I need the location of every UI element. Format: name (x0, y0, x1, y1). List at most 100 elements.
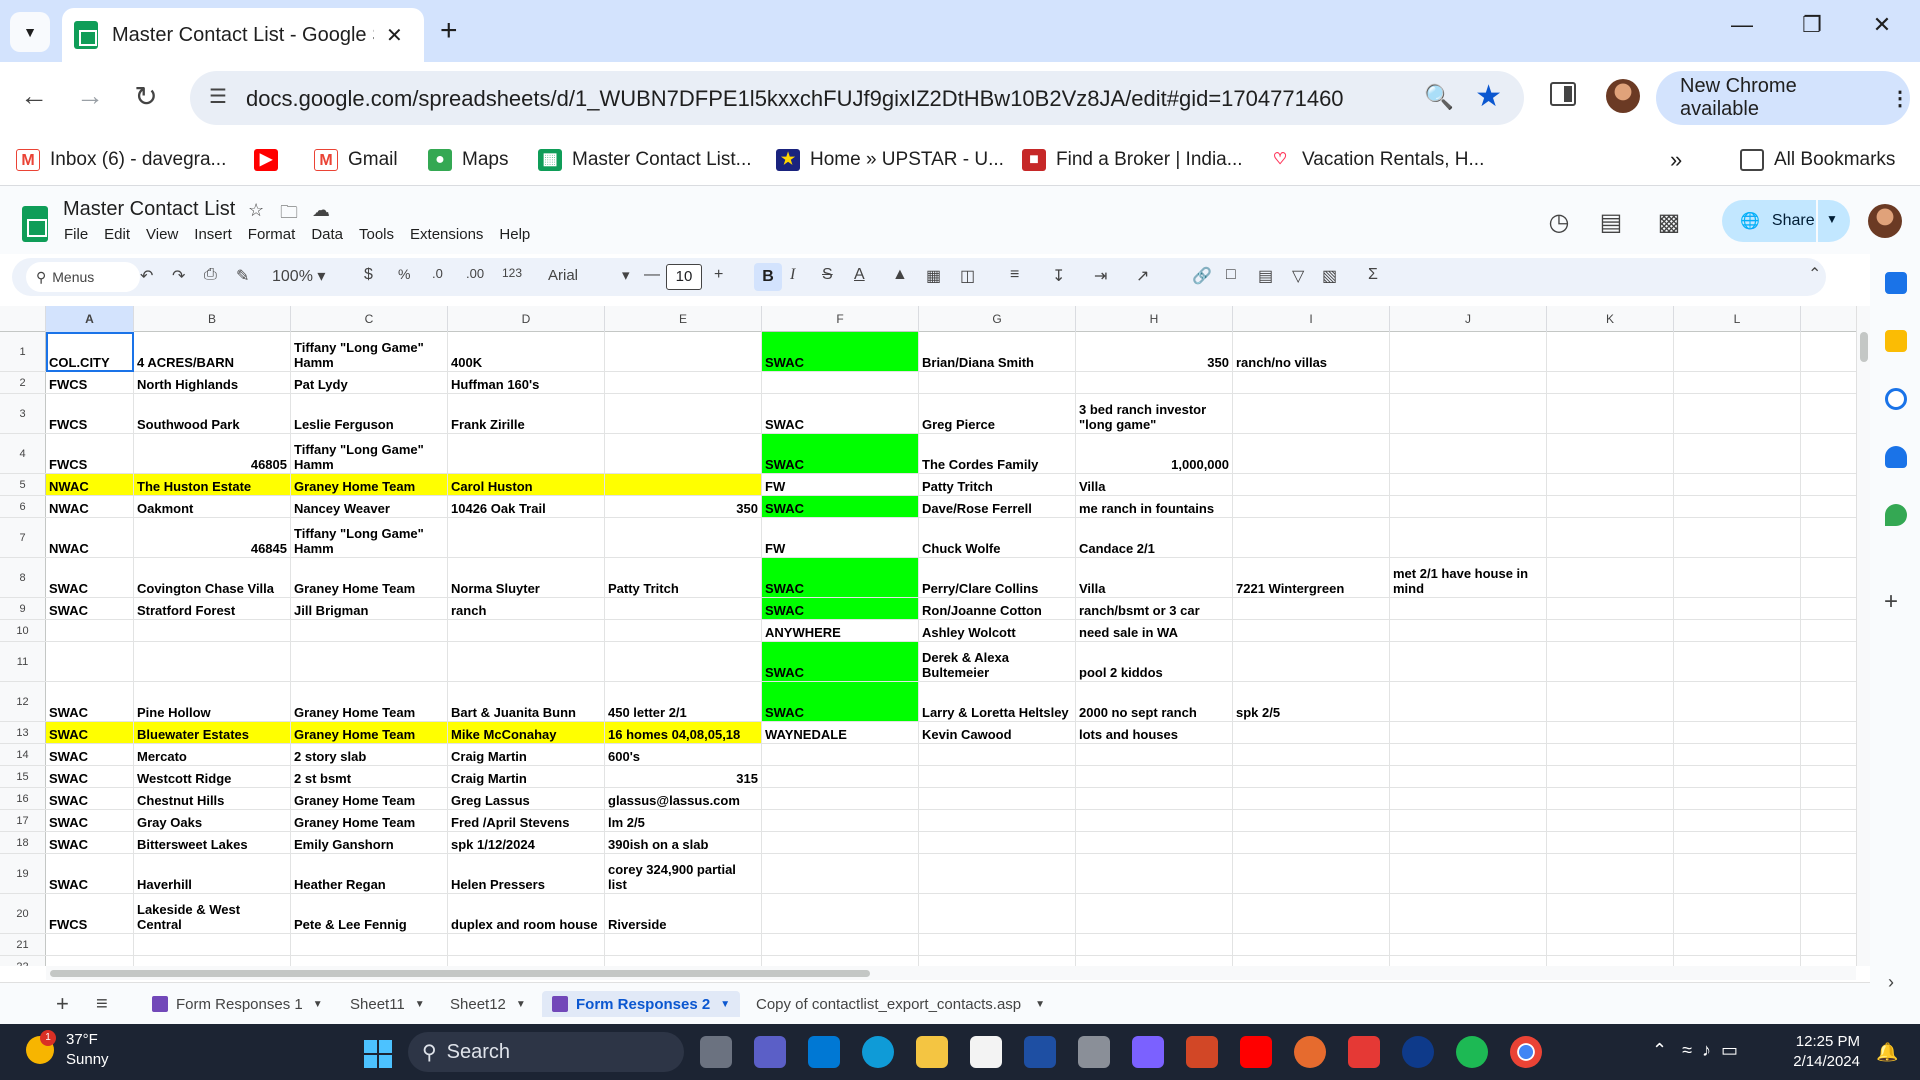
cell-a14[interactable]: SWAC (46, 744, 134, 765)
cell-k8[interactable] (1547, 558, 1674, 597)
horizontal-scroll-thumb[interactable] (50, 970, 870, 977)
cell-a16[interactable]: SWAC (46, 788, 134, 809)
cell-e12[interactable]: 450 letter 2/1 (605, 682, 762, 721)
star-icon[interactable]: ☆ (248, 200, 264, 221)
cell-e11[interactable] (605, 642, 762, 681)
cell-e14[interactable]: 600's (605, 744, 762, 765)
cell-l14[interactable] (1674, 744, 1801, 765)
cell-a4[interactable]: FWCS (46, 434, 134, 473)
cell-i4[interactable] (1233, 434, 1390, 473)
cell-g10[interactable]: Ashley Wolcott (919, 620, 1076, 641)
cell-f2[interactable] (762, 372, 919, 393)
file-explorer-icon[interactable] (916, 1036, 948, 1068)
column-header-b[interactable]: B (134, 306, 291, 332)
photos-icon[interactable] (1294, 1036, 1326, 1068)
cell-l10[interactable] (1674, 620, 1801, 641)
version-history-icon[interactable]: ◷ (1542, 208, 1576, 237)
notification-bell-icon[interactable]: 🔔 (1876, 1042, 1898, 1063)
cell-b13[interactable]: Bluewater Estates (134, 722, 291, 743)
cell-b9[interactable]: Stratford Forest (134, 598, 291, 619)
cell-b12[interactable]: Pine Hollow (134, 682, 291, 721)
all-sheets-icon[interactable]: ≡ (96, 991, 108, 1017)
url-text[interactable]: docs.google.com/spreadsheets/d/1_WUBN7DF… (246, 86, 1344, 112)
cell-d18[interactable]: spk 1/12/2024 (448, 832, 605, 853)
taskbar-search[interactable]: ⚲ Search (408, 1032, 684, 1072)
cell-b7[interactable]: 46845 (134, 518, 291, 557)
cell-d10[interactable] (448, 620, 605, 641)
cell-c17[interactable]: Graney Home Team (291, 810, 448, 831)
cell-h4[interactable]: 1,000,000 (1076, 434, 1233, 473)
cell-k14[interactable] (1547, 744, 1674, 765)
cell-j17[interactable] (1390, 810, 1547, 831)
cell-e20[interactable]: Riverside (605, 894, 762, 933)
row-header[interactable]: 12 (0, 682, 46, 721)
cell-a1[interactable]: COL.CITY (46, 332, 134, 371)
cell-g3[interactable]: Greg Pierce (919, 394, 1076, 433)
cell-g8[interactable]: Perry/Clare Collins (919, 558, 1076, 597)
cell-i13[interactable] (1233, 722, 1390, 743)
cell-k21[interactable] (1547, 934, 1674, 955)
row-header[interactable]: 11 (0, 642, 46, 681)
cell-k6[interactable] (1547, 496, 1674, 517)
italic-button[interactable]: I (790, 266, 795, 284)
cell-g4[interactable]: The Cordes Family (919, 434, 1076, 473)
tab-close-icon[interactable]: ✕ (386, 23, 403, 48)
cell-l5[interactable] (1674, 474, 1801, 495)
paint-format-icon[interactable]: ✎ (236, 266, 249, 286)
cell-j19[interactable] (1390, 854, 1547, 893)
cell-j21[interactable] (1390, 934, 1547, 955)
menu-extensions[interactable]: Extensions (410, 226, 483, 243)
cell-l16[interactable] (1674, 788, 1801, 809)
cell-f15[interactable] (762, 766, 919, 787)
cell-l22[interactable] (1674, 956, 1801, 966)
column-header-d[interactable]: D (448, 306, 605, 332)
cell-h1[interactable]: 350 (1076, 332, 1233, 371)
row-header[interactable]: 21 (0, 934, 46, 955)
column-header-h[interactable]: H (1076, 306, 1233, 332)
font-select[interactable]: Arial ▾ (548, 266, 630, 284)
cell-e4[interactable] (605, 434, 762, 473)
cell-f18[interactable] (762, 832, 919, 853)
cell-f14[interactable] (762, 744, 919, 765)
cell-g13[interactable]: Kevin Cawood (919, 722, 1076, 743)
zoom-icon[interactable]: 🔍 (1424, 83, 1454, 112)
zoom-select[interactable]: 100% ▾ (272, 266, 325, 286)
share-dropdown-icon[interactable]: ▼ (1826, 212, 1838, 226)
cell-k19[interactable] (1547, 854, 1674, 893)
cell-i12[interactable]: spk 2/5 (1233, 682, 1390, 721)
cell-l19[interactable] (1674, 854, 1801, 893)
row-header[interactable]: 3 (0, 394, 46, 433)
cell-d3[interactable]: Frank Zirille (448, 394, 605, 433)
increase-font-size-icon[interactable]: + (714, 266, 723, 284)
cell-f8[interactable]: SWAC (762, 558, 919, 597)
keep-icon[interactable] (1885, 330, 1907, 352)
cell-i16[interactable] (1233, 788, 1390, 809)
cell-h16[interactable] (1076, 788, 1233, 809)
cell-k11[interactable] (1547, 642, 1674, 681)
cell-h9[interactable]: ranch/bsmt or 3 car (1076, 598, 1233, 619)
merge-cells-icon[interactable]: ◫ (960, 266, 975, 286)
cell-h13[interactable]: lots and houses (1076, 722, 1233, 743)
cell-e3[interactable] (605, 394, 762, 433)
cell-g15[interactable] (919, 766, 1076, 787)
bold-button[interactable]: B (754, 263, 782, 291)
cell-a10[interactable] (46, 620, 134, 641)
bookmark-gmail[interactable]: M Gmail (314, 144, 398, 176)
collapse-toolbar-icon[interactable]: ⌃ (1808, 264, 1821, 284)
cell-c8[interactable]: Graney Home Team (291, 558, 448, 597)
bookmark-master-contact-list[interactable]: ▦ Master Contact List... (538, 144, 752, 176)
cell-k10[interactable] (1547, 620, 1674, 641)
cell-i2[interactable] (1233, 372, 1390, 393)
cell-d22[interactable] (448, 956, 605, 966)
cell-a12[interactable]: SWAC (46, 682, 134, 721)
cell-j1[interactable] (1390, 332, 1547, 371)
cell-b2[interactable]: North Highlands (134, 372, 291, 393)
cell-f9[interactable]: SWAC (762, 598, 919, 619)
cell-d15[interactable]: Craig Martin (448, 766, 605, 787)
bookmark-upstar[interactable]: ★ Home » UPSTAR - U... (776, 144, 1004, 176)
percent-format-button[interactable]: % (398, 266, 410, 282)
spreadsheet-grid[interactable]: ABCDEFGHIJKL 1 COL.CITY 4 ACRES/BARN Tiffan… (0, 306, 1856, 966)
menu-insert[interactable]: Insert (194, 226, 232, 243)
cell-j3[interactable] (1390, 394, 1547, 433)
cell-j5[interactable] (1390, 474, 1547, 495)
